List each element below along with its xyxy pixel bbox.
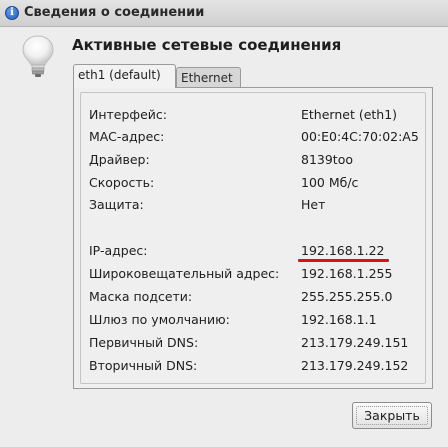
tab-eth1-default[interactable]: eth1 (default) (73, 64, 176, 88)
mac-address-value: 00:E0:4C:70:02:A5 (301, 129, 419, 144)
tab-label: Ethernet (181, 71, 233, 85)
default-gateway-value: 192.168.1.1 (301, 312, 377, 327)
primary-dns-value: 213.179.249.151 (301, 335, 409, 350)
default-gateway-label: Шлюз по умолчанию: (89, 312, 230, 327)
page-heading: Активные сетевые соединения (72, 36, 342, 54)
annotation-underline-ip (298, 259, 389, 262)
driver-value: 8139too (301, 152, 354, 167)
driver-label: Драйвер: (89, 152, 150, 167)
close-button[interactable]: Закрыть (352, 402, 432, 429)
broadcast-address-label: Широковещательный адрес: (89, 266, 280, 281)
security-value: Нет (301, 197, 326, 212)
tab-ethernet[interactable]: Ethernet (176, 67, 241, 89)
ip-address-label: IP-адрес: (89, 243, 148, 258)
broadcast-address-value: 192.168.1.255 (301, 266, 393, 281)
lightbulb-icon (22, 35, 54, 77)
ip-address-value: 192.168.1.22 (301, 243, 385, 258)
tab-label: eth1 (default) (78, 68, 161, 82)
security-label: Защита: (89, 197, 144, 212)
speed-value: 100 Мб/с (301, 175, 359, 190)
close-button-label: Закрыть (364, 408, 420, 423)
subnet-mask-label: Маска подсети: (89, 289, 193, 304)
speed-label: Скорость: (89, 175, 155, 190)
interface-value: Ethernet (eth1) (301, 107, 398, 122)
window-title: Сведения о соединении (24, 5, 205, 20)
title-bar: i Сведения о соединении (0, 0, 448, 27)
subnet-mask-value: 255.255.255.0 (301, 289, 393, 304)
secondary-dns-label: Вторичный DNS: (89, 358, 198, 373)
interface-label: Интерфейс: (89, 107, 168, 122)
info-icon: i (5, 6, 19, 20)
mac-address-label: MAC-адрес: (89, 129, 165, 144)
primary-dns-label: Первичный DNS: (89, 335, 199, 350)
secondary-dns-value: 213.179.249.152 (301, 358, 409, 373)
